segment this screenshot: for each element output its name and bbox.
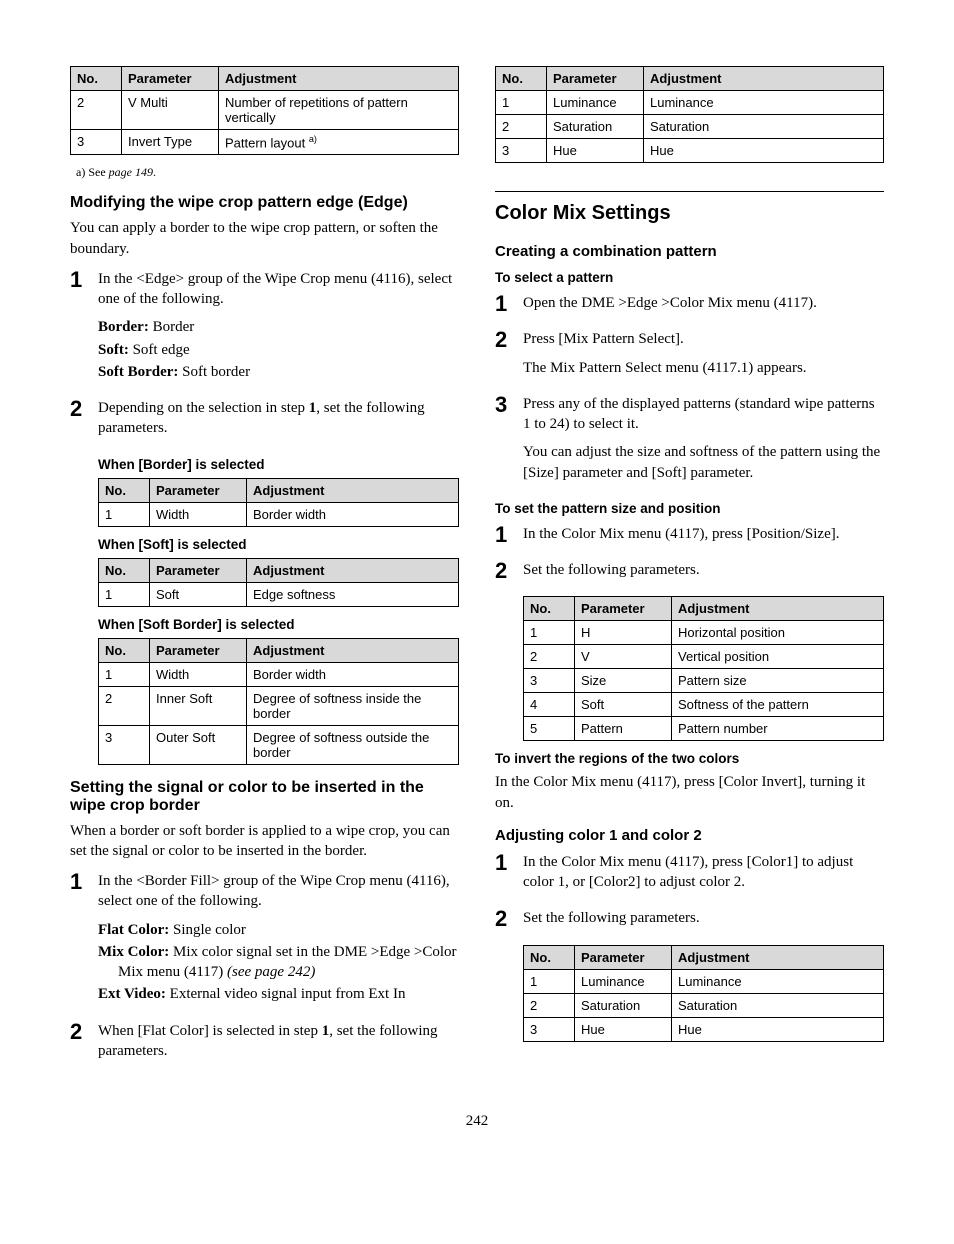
step-2: 2 When [Flat Color] is selected in step … (70, 1021, 459, 1070)
table-row: 1 Width Border width (99, 502, 459, 526)
when-softborder: When [Soft Border] is selected (98, 617, 459, 632)
step-2: 2 Depending on the selection in step 1, … (70, 398, 459, 447)
table-row: 2 V Multi Number of repetitions of patte… (71, 91, 459, 130)
definitions: Border: Border Soft: Soft edge Soft Bord… (98, 317, 459, 382)
step-3: 3 Press any of the displayed patterns (s… (495, 394, 884, 491)
heading-invert: To invert the regions of the two colors (495, 751, 884, 766)
step-2: 2 Set the following parameters. (495, 560, 884, 588)
table-top-left: No. Parameter Adjustment 2 V Multi Numbe… (70, 66, 459, 155)
table-row: 1LuminanceLuminance (496, 91, 884, 115)
step-2: 2 Set the following parameters. (495, 908, 884, 936)
table-row: 2VVertical position (524, 645, 884, 669)
left-column: No. Parameter Adjustment 2 V Multi Numbe… (70, 60, 459, 1077)
rule (495, 191, 884, 192)
table-row: 2SaturationSaturation (524, 993, 884, 1017)
table-row: 2SaturationSaturation (496, 115, 884, 139)
step-1: 1 In the Color Mix menu (4117), press [P… (495, 524, 884, 552)
table-soft: No. Parameter Adjustment 1 Soft Edge sof… (98, 558, 459, 607)
page-number: 242 (70, 1113, 884, 1130)
table-softborder: No. Parameter Adjustment 1 Width Border … (98, 638, 459, 765)
th-param: Parameter (122, 67, 219, 91)
paragraph: When a border or soft border is applied … (70, 821, 459, 862)
table-row: 4SoftSoftness of the pattern (524, 693, 884, 717)
heading-size: To set the pattern size and position (495, 501, 884, 516)
th-adj: Adjustment (219, 67, 459, 91)
heading-select: To select a pattern (495, 270, 884, 285)
step-1: 1 In the <Edge> group of the Wipe Crop m… (70, 269, 459, 390)
heading-colormix: Color Mix Settings (495, 202, 884, 225)
heading-edge: Modifying the wipe crop pattern edge (Ed… (70, 194, 459, 212)
when-soft: When [Soft] is selected (98, 537, 459, 552)
footnote: a) See page 149. (76, 165, 459, 180)
step-1: 1 In the Color Mix menu (4117), press [C… (495, 852, 884, 901)
table-row: 1LuminanceLuminance (524, 969, 884, 993)
table-flatcolor: No. Parameter Adjustment 1LuminanceLumin… (495, 66, 884, 163)
step-2: 2 Press [Mix Pattern Select]. The Mix Pa… (495, 329, 884, 386)
heading-combination: Creating a combination pattern (495, 243, 884, 260)
table-row: 3HueHue (524, 1017, 884, 1041)
table-row: 5PatternPattern number (524, 717, 884, 741)
table-adjcolor: No. Parameter Adjustment 1LuminanceLumin… (523, 945, 884, 1042)
table-row: 1 Soft Edge softness (99, 582, 459, 606)
step-1: 1 In the <Border Fill> group of the Wipe… (70, 871, 459, 1013)
th-no: No. (71, 67, 122, 91)
when-border: When [Border] is selected (98, 457, 459, 472)
table-row: 1HHorizontal position (524, 621, 884, 645)
paragraph: In the Color Mix menu (4117), press [Col… (495, 772, 884, 813)
table-size: No. Parameter Adjustment 1HHorizontal po… (523, 596, 884, 741)
heading-fill: Setting the signal or color to be insert… (70, 779, 459, 815)
table-row: 2 Inner Soft Degree of softness inside t… (99, 686, 459, 725)
step-1: 1 Open the DME >Edge >Color Mix menu (41… (495, 293, 884, 321)
table-row: 1 Width Border width (99, 662, 459, 686)
paragraph: You can apply a border to the wipe crop … (70, 218, 459, 259)
definitions: Flat Color: Single color Mix Color: Mix … (98, 920, 459, 1005)
table-border: No. Parameter Adjustment 1 Width Border … (98, 478, 459, 527)
table-row: 3SizePattern size (524, 669, 884, 693)
heading-adjcolor: Adjusting color 1 and color 2 (495, 827, 884, 844)
table-row: 3HueHue (496, 139, 884, 163)
right-column: No. Parameter Adjustment 1LuminanceLumin… (495, 60, 884, 1077)
table-row: 3 Invert Type Pattern layout a) (71, 130, 459, 155)
table-row: 3 Outer Soft Degree of softness outside … (99, 725, 459, 764)
